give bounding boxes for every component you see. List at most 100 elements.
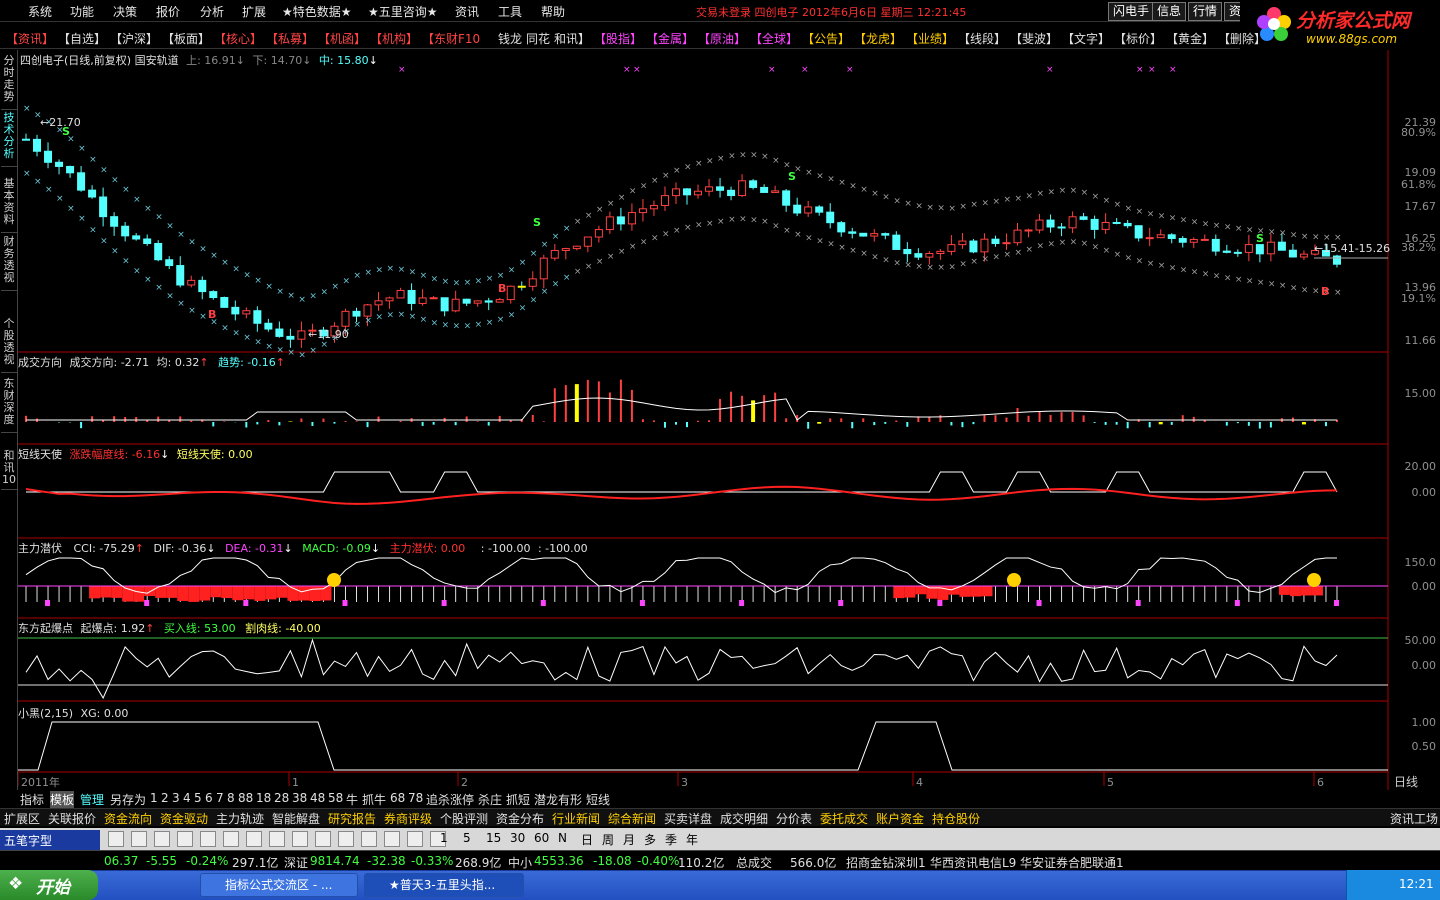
tag-5[interactable]: 【私募】 [266, 30, 314, 47]
func-16[interactable]: 账户资金 [876, 810, 924, 827]
tool-period-1[interactable]: 5 [463, 831, 471, 845]
tag-2[interactable]: 【沪深】 [110, 30, 158, 47]
period-3[interactable]: 另存为 [110, 791, 146, 808]
menu-1[interactable]: 功能 [70, 3, 94, 20]
period-18[interactable]: 牛 [346, 791, 358, 808]
toolbar-3-icon[interactable] [177, 831, 193, 847]
left-tab-5[interactable]: 东财深度 [1, 378, 17, 433]
menu-7[interactable]: ★五里咨询★ [368, 3, 438, 20]
tag-17[interactable]: 【龙虎】 [854, 30, 902, 47]
tag-1[interactable]: 【自选】 [58, 30, 106, 47]
tag-19[interactable]: 【线段】 [958, 30, 1006, 47]
func-7[interactable]: 券商评级 [384, 810, 432, 827]
menu-5[interactable]: 扩展 [242, 3, 266, 20]
period-9[interactable]: 6 [205, 791, 213, 805]
func-11[interactable]: 综合新闻 [608, 810, 656, 827]
tag-7[interactable]: 【机构】 [370, 30, 418, 47]
toolbar-11-icon[interactable] [361, 831, 377, 847]
menu-3[interactable]: 报价 [156, 3, 180, 20]
func-0[interactable]: 扩展区 [4, 810, 40, 827]
chart-area[interactable]: 2011年 1 2 3 4 5 6 日线21.3919.0917.6716.2513.9611… [18, 50, 1440, 795]
menu-0[interactable]: 系统 [28, 3, 52, 20]
left-tab-0[interactable]: 分时走势 [1, 55, 17, 110]
toolbar-12-icon[interactable] [384, 831, 400, 847]
func-5[interactable]: 智能解盘 [272, 810, 320, 827]
toolbar-13-icon[interactable] [407, 831, 423, 847]
period-23[interactable]: 杀庄 [478, 791, 502, 808]
tag-4[interactable]: 【核心】 [214, 30, 262, 47]
left-tab-1[interactable]: 技术分析 [1, 112, 17, 167]
period-24[interactable]: 抓短 [506, 791, 530, 808]
left-tab-3[interactable]: 财务透视 [1, 236, 17, 291]
period-20[interactable]: 68 [390, 791, 405, 805]
tag-21[interactable]: 【文字】 [1062, 30, 1110, 47]
tag-10[interactable]: 同花 [526, 30, 550, 47]
func-13[interactable]: 成交明细 [720, 810, 768, 827]
toolbar-0-icon[interactable] [108, 831, 124, 847]
toolbar-8-icon[interactable] [292, 831, 308, 847]
menu-4[interactable]: 分析 [200, 3, 224, 20]
period-4[interactable]: 1 [150, 791, 158, 805]
tag-22[interactable]: 【标价】 [1114, 30, 1162, 47]
left-tab-6[interactable]: 和讯10 [1, 450, 17, 490]
func-9[interactable]: 资金分布 [496, 810, 544, 827]
tool-period-3[interactable]: 30 [510, 831, 525, 845]
func-6[interactable]: 研究报告 [328, 810, 376, 827]
tool-period-5[interactable]: N [558, 831, 567, 845]
toolbar-2-icon[interactable] [154, 831, 170, 847]
func-15[interactable]: 委托成交 [820, 810, 868, 827]
period-26[interactable]: 短线 [586, 791, 610, 808]
tag-6[interactable]: 【机函】 [318, 30, 366, 47]
toolbar-7-icon[interactable] [269, 831, 285, 847]
period-5[interactable]: 2 [161, 791, 169, 805]
func-8[interactable]: 个股评测 [440, 810, 488, 827]
period-2[interactable]: 管理 [80, 791, 104, 808]
task-forum[interactable]: 指标公式交流区 - ... [200, 873, 358, 897]
tag-9[interactable]: 钱龙 [498, 30, 522, 47]
tool-period-7[interactable]: 周 [602, 831, 614, 848]
tag-0[interactable]: 【资讯】 [6, 30, 54, 47]
func-14[interactable]: 分价表 [776, 810, 812, 827]
menu-10[interactable]: 帮助 [541, 3, 565, 20]
period-11[interactable]: 8 [227, 791, 235, 805]
func-2[interactable]: 资金流向 [104, 810, 152, 827]
func-1[interactable]: 关联报价 [48, 810, 96, 827]
tag-24[interactable]: 【删除】 [1218, 30, 1266, 47]
tool-period-8[interactable]: 月 [623, 831, 635, 848]
func-3[interactable]: 资金驱动 [160, 810, 208, 827]
period-19[interactable]: 抓牛 [362, 791, 386, 808]
period-25[interactable]: 潜龙有形 [534, 791, 582, 808]
func-17[interactable]: 持仓股份 [932, 810, 980, 827]
tag-23[interactable]: 【黄金】 [1166, 30, 1214, 47]
func-right[interactable]: 资讯工场 [1390, 810, 1438, 827]
period-15[interactable]: 38 [292, 791, 307, 805]
start-button[interactable]: ❖ 开始 [0, 870, 98, 900]
toolbar-5-icon[interactable] [223, 831, 239, 847]
tool-period-4[interactable]: 60 [534, 831, 549, 845]
tag-14[interactable]: 【原油】 [698, 30, 746, 47]
quote-button[interactable]: 行情 [1188, 2, 1223, 21]
menu-2[interactable]: 决策 [113, 3, 137, 20]
left-tab-4[interactable]: 个股透视 [1, 318, 17, 373]
tag-8[interactable]: 【东财F10 [422, 30, 480, 47]
tag-12[interactable]: 【股指】 [594, 30, 642, 47]
period-22[interactable]: 追杀涨停 [426, 791, 474, 808]
flash-hand-button[interactable]: 闪电手 [1108, 2, 1155, 21]
ime-toolbar[interactable]: 五笔字型 [0, 830, 100, 850]
period-7[interactable]: 4 [183, 791, 191, 805]
tool-period-2[interactable]: 15 [486, 831, 501, 845]
period-21[interactable]: 78 [408, 791, 423, 805]
menu-8[interactable]: 资讯 [455, 3, 479, 20]
task-indicator[interactable]: ★普天3-五里头指... [364, 873, 524, 897]
toolbar-1-icon[interactable] [131, 831, 147, 847]
tag-20[interactable]: 【斐波】 [1010, 30, 1058, 47]
func-10[interactable]: 行业新闻 [552, 810, 600, 827]
tool-period-6[interactable]: 日 [581, 831, 593, 848]
period-8[interactable]: 5 [194, 791, 202, 805]
period-16[interactable]: 48 [310, 791, 325, 805]
tool-period-10[interactable]: 季 [665, 831, 677, 848]
menu-6[interactable]: ★特色数据★ [282, 3, 352, 20]
info-button[interactable]: 信息 [1152, 2, 1187, 21]
period-1[interactable]: 模板 [50, 791, 75, 808]
period-14[interactable]: 28 [274, 791, 289, 805]
